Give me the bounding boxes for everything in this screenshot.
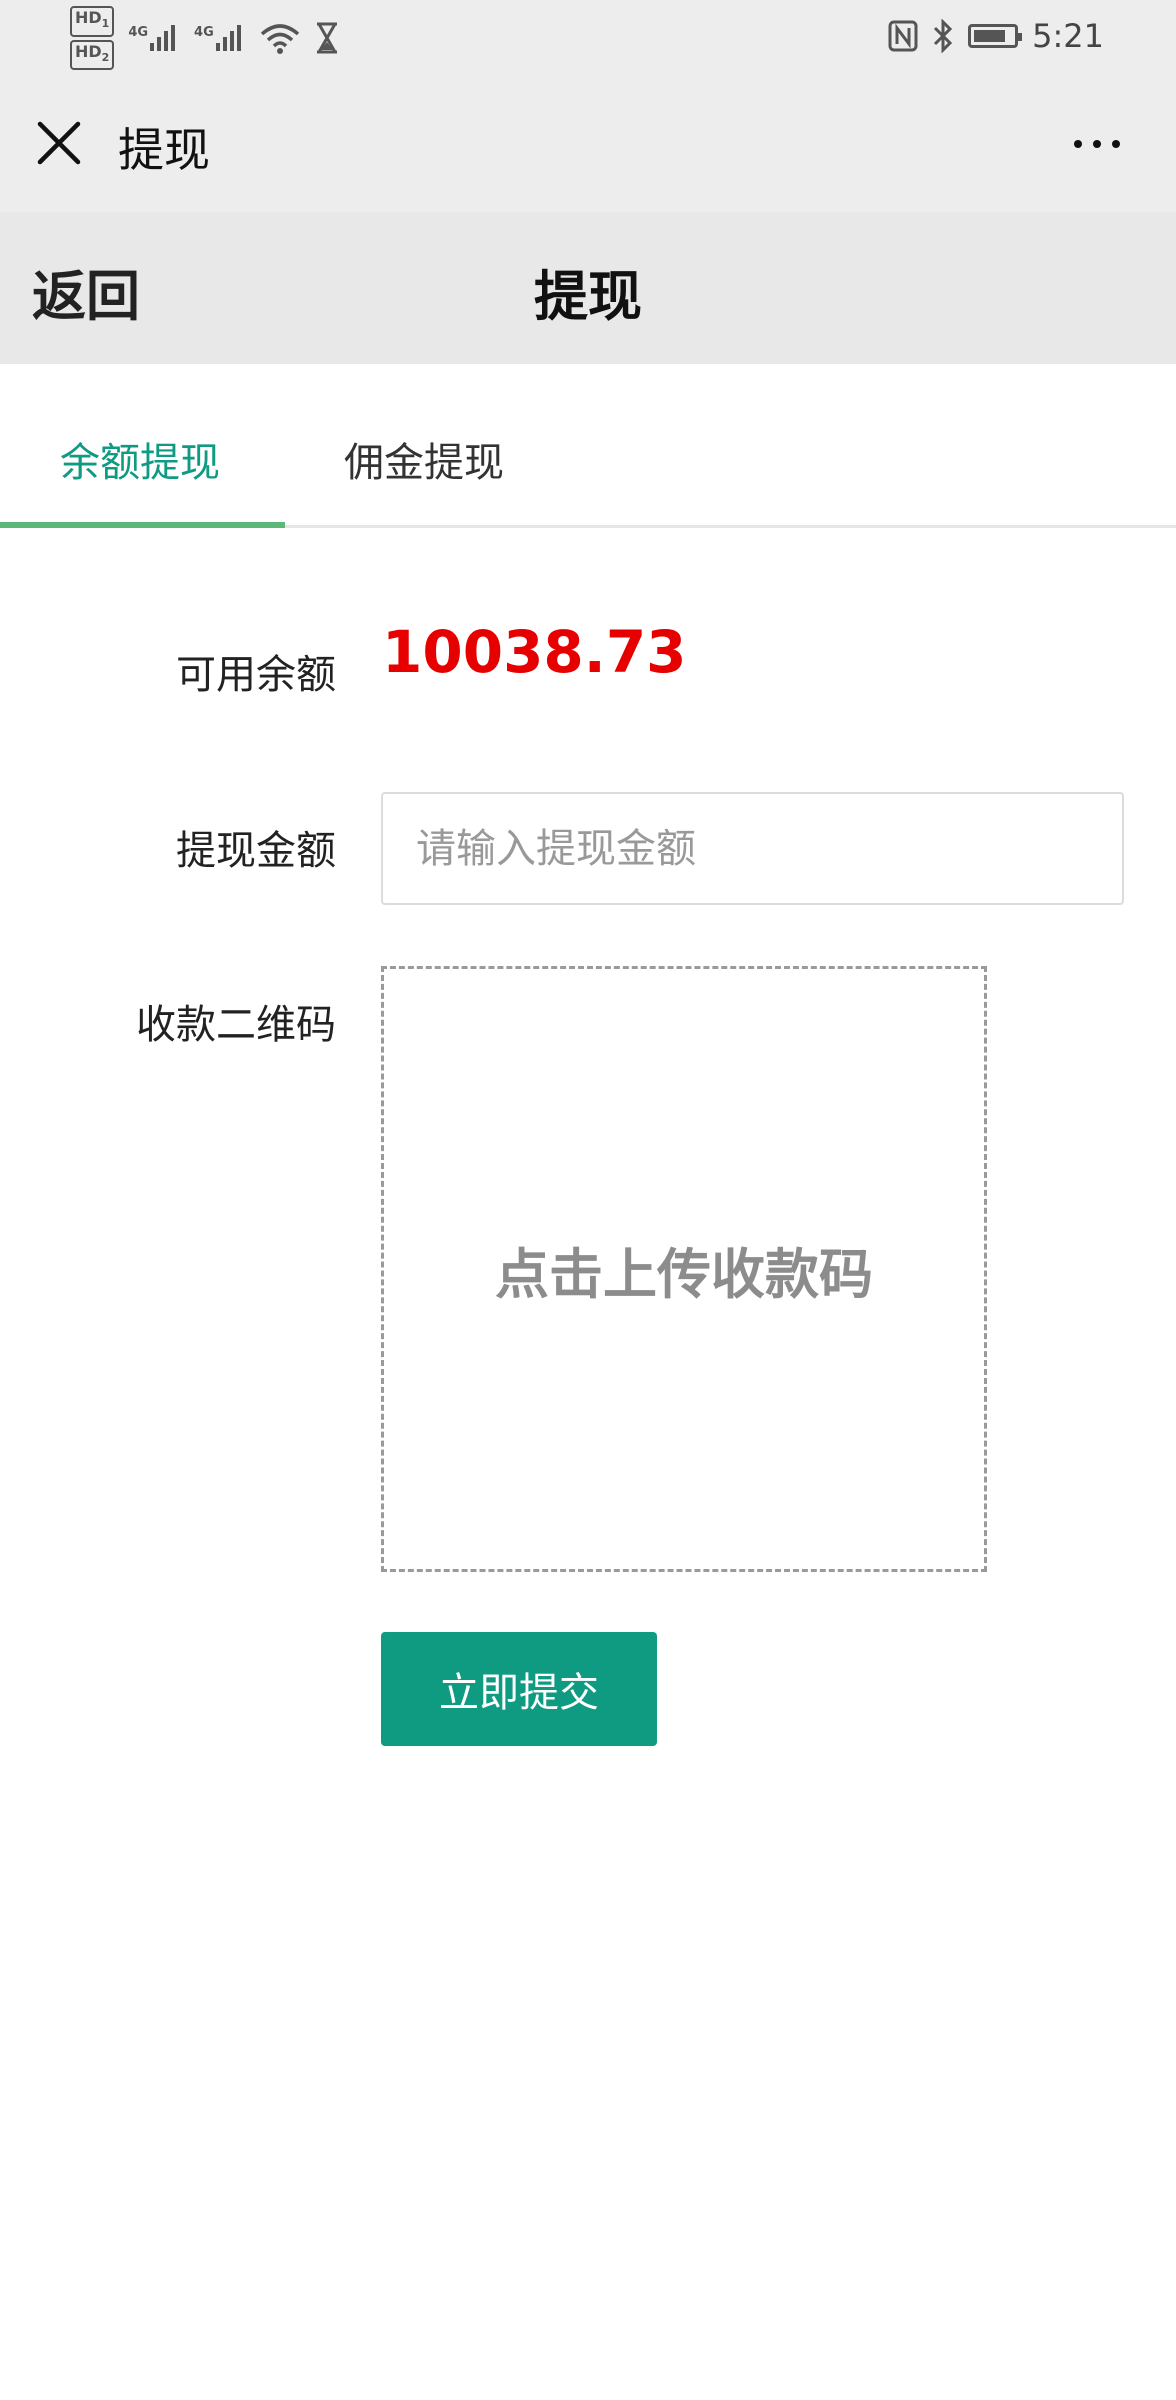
hd-badge-2: HD2 (70, 39, 115, 70)
submit-button[interactable]: 立即提交 (381, 1632, 657, 1746)
balance-value: 10038.73 (382, 618, 687, 686)
tab-commission-withdraw[interactable]: 佣金提现 (344, 430, 504, 488)
battery-icon (968, 24, 1023, 48)
qrcode-label: 收款二维码 (136, 1002, 336, 1048)
page-nav-bar: 提现 返回 (0, 212, 1176, 364)
upload-hint: 点击上传收款码 (495, 1242, 873, 1306)
bluetooth-icon (934, 19, 953, 53)
hd-badge-1: HD1 (70, 6, 115, 37)
close-icon[interactable] (36, 120, 82, 166)
signal-icon: 4G (194, 25, 244, 51)
signal-icon: 4G (128, 25, 178, 51)
network-type-2: 4G (194, 25, 214, 40)
wechat-title-bar: 提现 (0, 74, 1176, 212)
page-title: 提现 (534, 265, 642, 328)
amount-label: 提现金额 (176, 828, 336, 874)
nfc-icon (888, 20, 918, 52)
network-type-1: 4G (128, 25, 149, 40)
status-bar-right: 5:21 (888, 14, 1104, 58)
back-button[interactable]: 返回 (32, 252, 140, 331)
wifi-icon (260, 24, 299, 54)
more-icon[interactable] (1074, 140, 1120, 148)
amount-input[interactable] (381, 792, 1124, 905)
wechat-title: 提现 (118, 123, 210, 177)
qrcode-upload-area[interactable]: 点击上传收款码 (381, 966, 987, 1572)
hourglass-icon (316, 22, 337, 54)
clock: 5:21 (1032, 17, 1104, 55)
tab-balance-withdraw[interactable]: 余额提现 (60, 430, 220, 488)
status-bar: HD1 HD2 4G 4G 5:21 (0, 0, 1176, 74)
status-bar-left: HD1 HD2 4G 4G (70, 6, 340, 70)
balance-label: 可用余额 (176, 652, 336, 698)
hd-indicators: HD1 HD2 (70, 6, 115, 70)
withdraw-tabs: 余额提现 佣金提现 (0, 364, 1176, 528)
active-tab-indicator (0, 522, 285, 528)
